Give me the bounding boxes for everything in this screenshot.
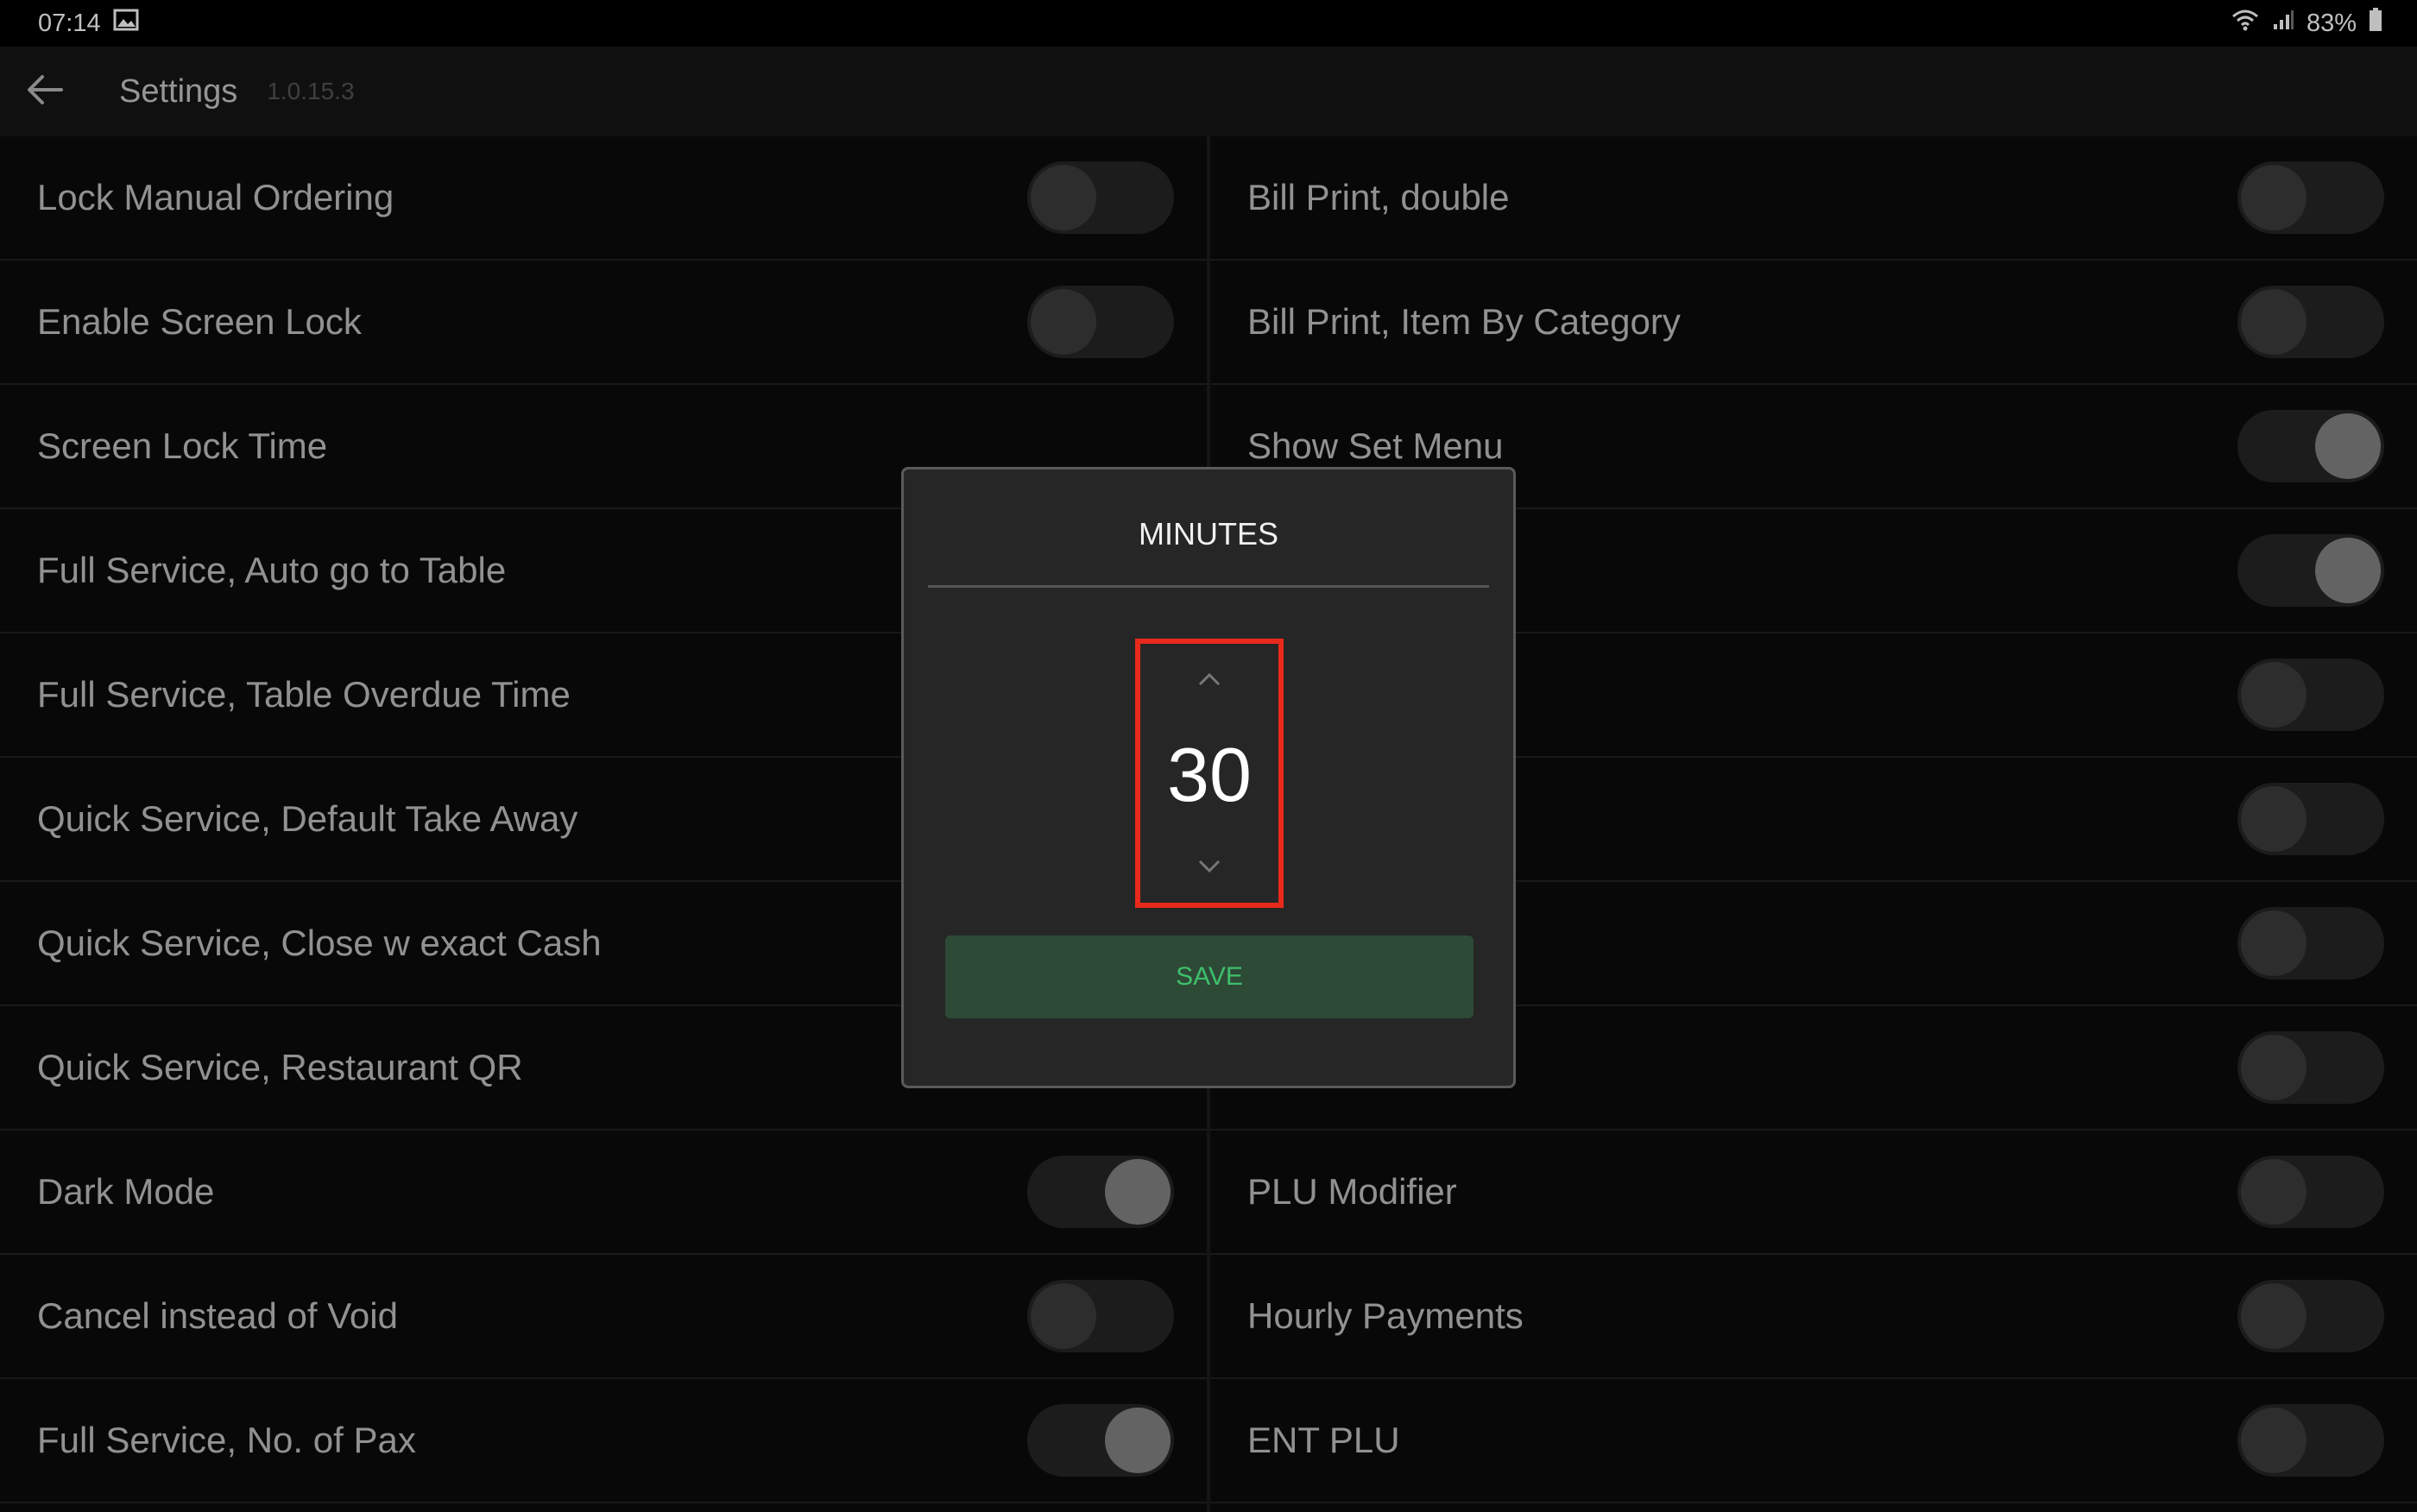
chevron-down-icon[interactable] bbox=[1196, 859, 1222, 879]
save-button[interactable]: SAVE bbox=[945, 936, 1474, 1018]
dialog-divider bbox=[928, 585, 1489, 588]
chevron-up-icon[interactable] bbox=[1196, 671, 1222, 691]
minutes-number-picker[interactable]: 30 bbox=[1135, 639, 1284, 908]
dialog-title: MINUTES bbox=[1139, 516, 1278, 551]
minutes-dialog: MINUTES 30 SAVE bbox=[901, 467, 1516, 1088]
minutes-value[interactable]: 30 bbox=[1167, 737, 1252, 813]
